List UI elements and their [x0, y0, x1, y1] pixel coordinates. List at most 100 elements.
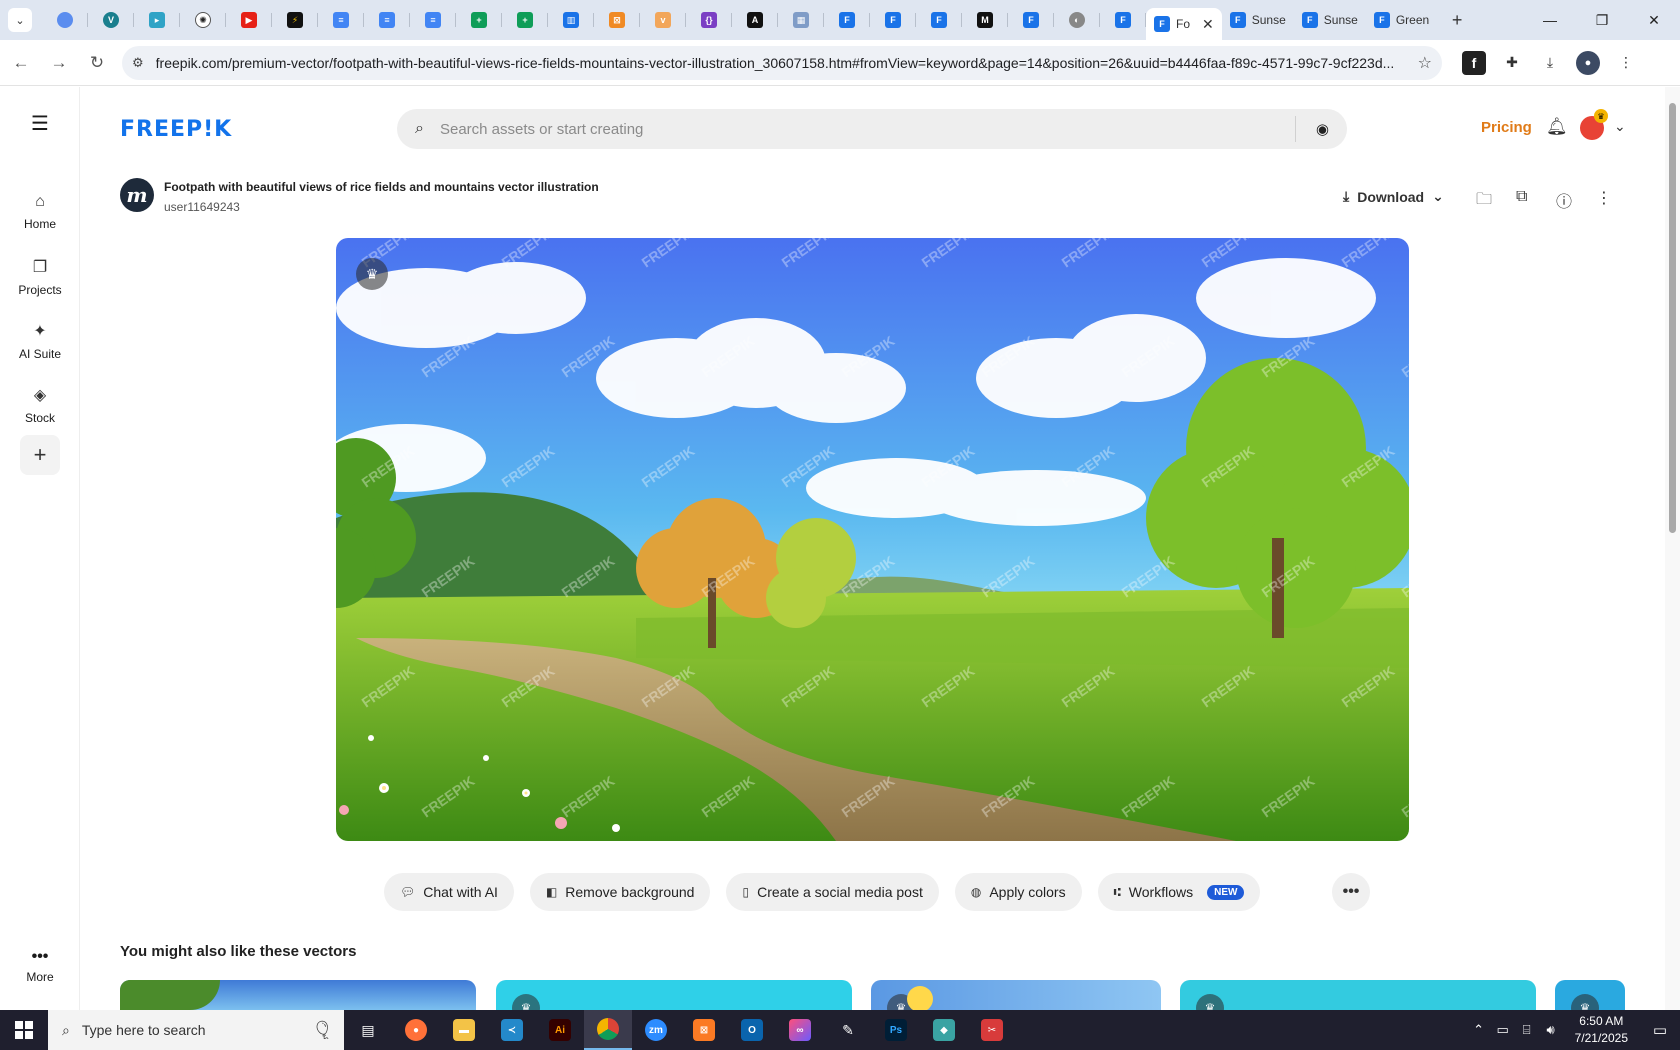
browser-tab[interactable]: ✺: [180, 5, 226, 35]
bookmark-star-icon[interactable]: ☆: [1418, 53, 1432, 73]
sidebar-item-projects[interactable]: ❐ Projects: [0, 257, 80, 297]
browser-tab[interactable]: F Sunse: [1222, 4, 1294, 36]
sidebar-item-stock[interactable]: ◈ Stock: [0, 385, 80, 425]
download-icon[interactable]: ⤓: [1538, 51, 1562, 75]
workflows-button[interactable]: ⑆ Workflows NEW: [1097, 873, 1261, 911]
related-thumbnail[interactable]: ♛: [120, 980, 476, 1010]
browser-tab[interactable]: M: [962, 5, 1008, 35]
sidebar-item-more[interactable]: ••• More: [0, 948, 80, 984]
add-to-folder-icon[interactable]: 🗀︎: [1476, 188, 1492, 215]
related-thumbnail[interactable]: ♛: [871, 980, 1161, 1010]
hamburger-menu-icon[interactable]: ☰: [0, 111, 80, 136]
restore-button[interactable]: ❐: [1576, 0, 1628, 40]
puzzle-icon[interactable]: ✚: [1500, 51, 1524, 75]
tab-search-button[interactable]: ⌄: [8, 8, 32, 32]
font-extension-icon[interactable]: f: [1462, 50, 1486, 75]
outlook-app[interactable]: O: [728, 1010, 776, 1050]
browser-tab[interactable]: F: [916, 5, 962, 35]
related-thumbnail[interactable]: ♛: [496, 980, 852, 1010]
sidebar-item-ai-suite[interactable]: ✦ AI Suite: [0, 321, 80, 361]
task-view-button[interactable]: ▤: [344, 1010, 392, 1050]
browser-tab[interactable]: F: [870, 5, 916, 35]
download-button[interactable]: ⤓ Download ⌄: [1343, 188, 1444, 205]
firefox-app[interactable]: ●: [392, 1010, 440, 1050]
minimize-button[interactable]: —: [1524, 0, 1576, 40]
gem-app[interactable]: ◆: [920, 1010, 968, 1050]
edit-image-icon[interactable]: ⧉: [1516, 188, 1527, 206]
zoom-app[interactable]: zm: [632, 1010, 680, 1050]
browser-tab[interactable]: ▥: [548, 5, 594, 35]
browser-tab[interactable]: ⚡: [272, 5, 318, 35]
url-bar[interactable]: ⚙ freepik.com/premium-vector/footpath-wi…: [122, 45, 1442, 80]
camera-icon[interactable]: ◉: [1316, 120, 1329, 138]
author-avatar[interactable]: m: [120, 178, 154, 212]
info-icon[interactable]: ⓘ: [1556, 188, 1572, 212]
browser-tab[interactable]: v: [640, 5, 686, 35]
browser-tab[interactable]: ▦: [778, 5, 824, 35]
photoshop-app[interactable]: Ps: [872, 1010, 920, 1050]
browser-tab[interactable]: ◐: [1054, 5, 1100, 35]
browser-tab[interactable]: {}: [686, 5, 732, 35]
close-icon[interactable]: ✕: [1202, 16, 1214, 33]
browser-tab[interactable]: F Green: [1366, 4, 1437, 36]
browser-tab[interactable]: ⊠: [594, 5, 640, 35]
back-button[interactable]: ←: [4, 46, 38, 80]
chrome-app[interactable]: [584, 1010, 632, 1050]
more-vertical-icon[interactable]: ⋮: [1596, 188, 1612, 208]
sidebar-item-home[interactable]: ⌂ Home: [0, 193, 80, 231]
chat-with-ai-button[interactable]: 💬︎ Chat with AI: [384, 873, 514, 911]
social-post-button[interactable]: ▯ Create a social media post: [726, 873, 939, 911]
add-button[interactable]: +: [20, 435, 60, 475]
browser-tab[interactable]: [42, 5, 88, 35]
taskbar-search-input[interactable]: Type here to search: [82, 1022, 206, 1038]
pen-tool-app[interactable]: ✎: [824, 1010, 872, 1050]
monitor-icon[interactable]: ▭: [1491, 1022, 1515, 1038]
browser-tab[interactable]: F: [1100, 5, 1146, 35]
kebab-menu-icon[interactable]: ⋮: [1614, 51, 1638, 75]
browser-tab[interactable]: V: [88, 5, 134, 35]
browser-tab[interactable]: ▶: [226, 5, 272, 35]
search-input[interactable]: Search assets or start creating: [440, 121, 1295, 138]
search-bar[interactable]: ⌕ Search assets or start creating ◉: [397, 109, 1347, 149]
browser-tab[interactable]: F Sunse: [1294, 4, 1366, 36]
asset-preview-image[interactable]: FREEPIK FREEPIK FREEPIK FREEPIK FREEPIK FREEP…: [336, 238, 1409, 841]
start-button[interactable]: [0, 1010, 48, 1050]
browser-tab[interactable]: F: [1008, 5, 1054, 35]
chevron-up-icon[interactable]: ⌃: [1467, 1022, 1491, 1038]
network-icon[interactable]: ⌸: [1515, 1022, 1539, 1038]
url-text[interactable]: freepik.com/premium-vector/footpath-with…: [156, 55, 1410, 71]
file-explorer-app[interactable]: ▬: [440, 1010, 488, 1050]
pricing-link[interactable]: Pricing: [1481, 119, 1532, 136]
browser-tab[interactable]: +: [502, 5, 548, 35]
profile-icon[interactable]: ●: [1576, 50, 1600, 75]
clock[interactable]: 6:50 AM 7/21/2025: [1575, 1013, 1628, 1047]
notification-icon[interactable]: ▭: [1640, 1021, 1680, 1039]
active-browser-tab[interactable]: F Fo ✕: [1146, 8, 1222, 40]
bell-icon[interactable]: 🔔︎: [1546, 117, 1568, 137]
related-thumbnail[interactable]: ♛: [1555, 980, 1625, 1010]
page-scrollbar[interactable]: [1665, 87, 1680, 1010]
chevron-down-icon[interactable]: ⌄: [1614, 118, 1626, 135]
browser-tab[interactable]: F: [824, 5, 870, 35]
browser-tab[interactable]: A: [732, 5, 778, 35]
volume-icon[interactable]: 🔊︎: [1539, 1022, 1563, 1038]
illustrator-app[interactable]: Ai: [536, 1010, 584, 1050]
scrollbar-thumb[interactable]: [1669, 103, 1676, 533]
site-settings-icon[interactable]: ⚙: [132, 55, 144, 71]
browser-tab[interactable]: +: [456, 5, 502, 35]
browser-tab[interactable]: ≡: [410, 5, 456, 35]
new-tab-button[interactable]: +: [1443, 6, 1471, 34]
apply-colors-button[interactable]: ◍ Apply colors: [954, 873, 1082, 911]
more-actions-button[interactable]: •••: [1332, 873, 1370, 911]
taskbar-search[interactable]: ⌕ Type here to search 🎈︎: [48, 1010, 344, 1050]
forward-button[interactable]: →: [42, 46, 76, 80]
freepik-logo[interactable]: FREEP!K: [120, 117, 232, 142]
related-thumbnail[interactable]: ♛: [1180, 980, 1536, 1010]
xampp-app[interactable]: ⊠: [680, 1010, 728, 1050]
creative-cloud-app[interactable]: ∞: [776, 1010, 824, 1050]
author-name[interactable]: user11649243: [164, 200, 240, 214]
reload-button[interactable]: ↻: [80, 46, 114, 80]
vscode-app[interactable]: ≺: [488, 1010, 536, 1050]
browser-tab[interactable]: ▸: [134, 5, 180, 35]
browser-tab[interactable]: ≡: [364, 5, 410, 35]
